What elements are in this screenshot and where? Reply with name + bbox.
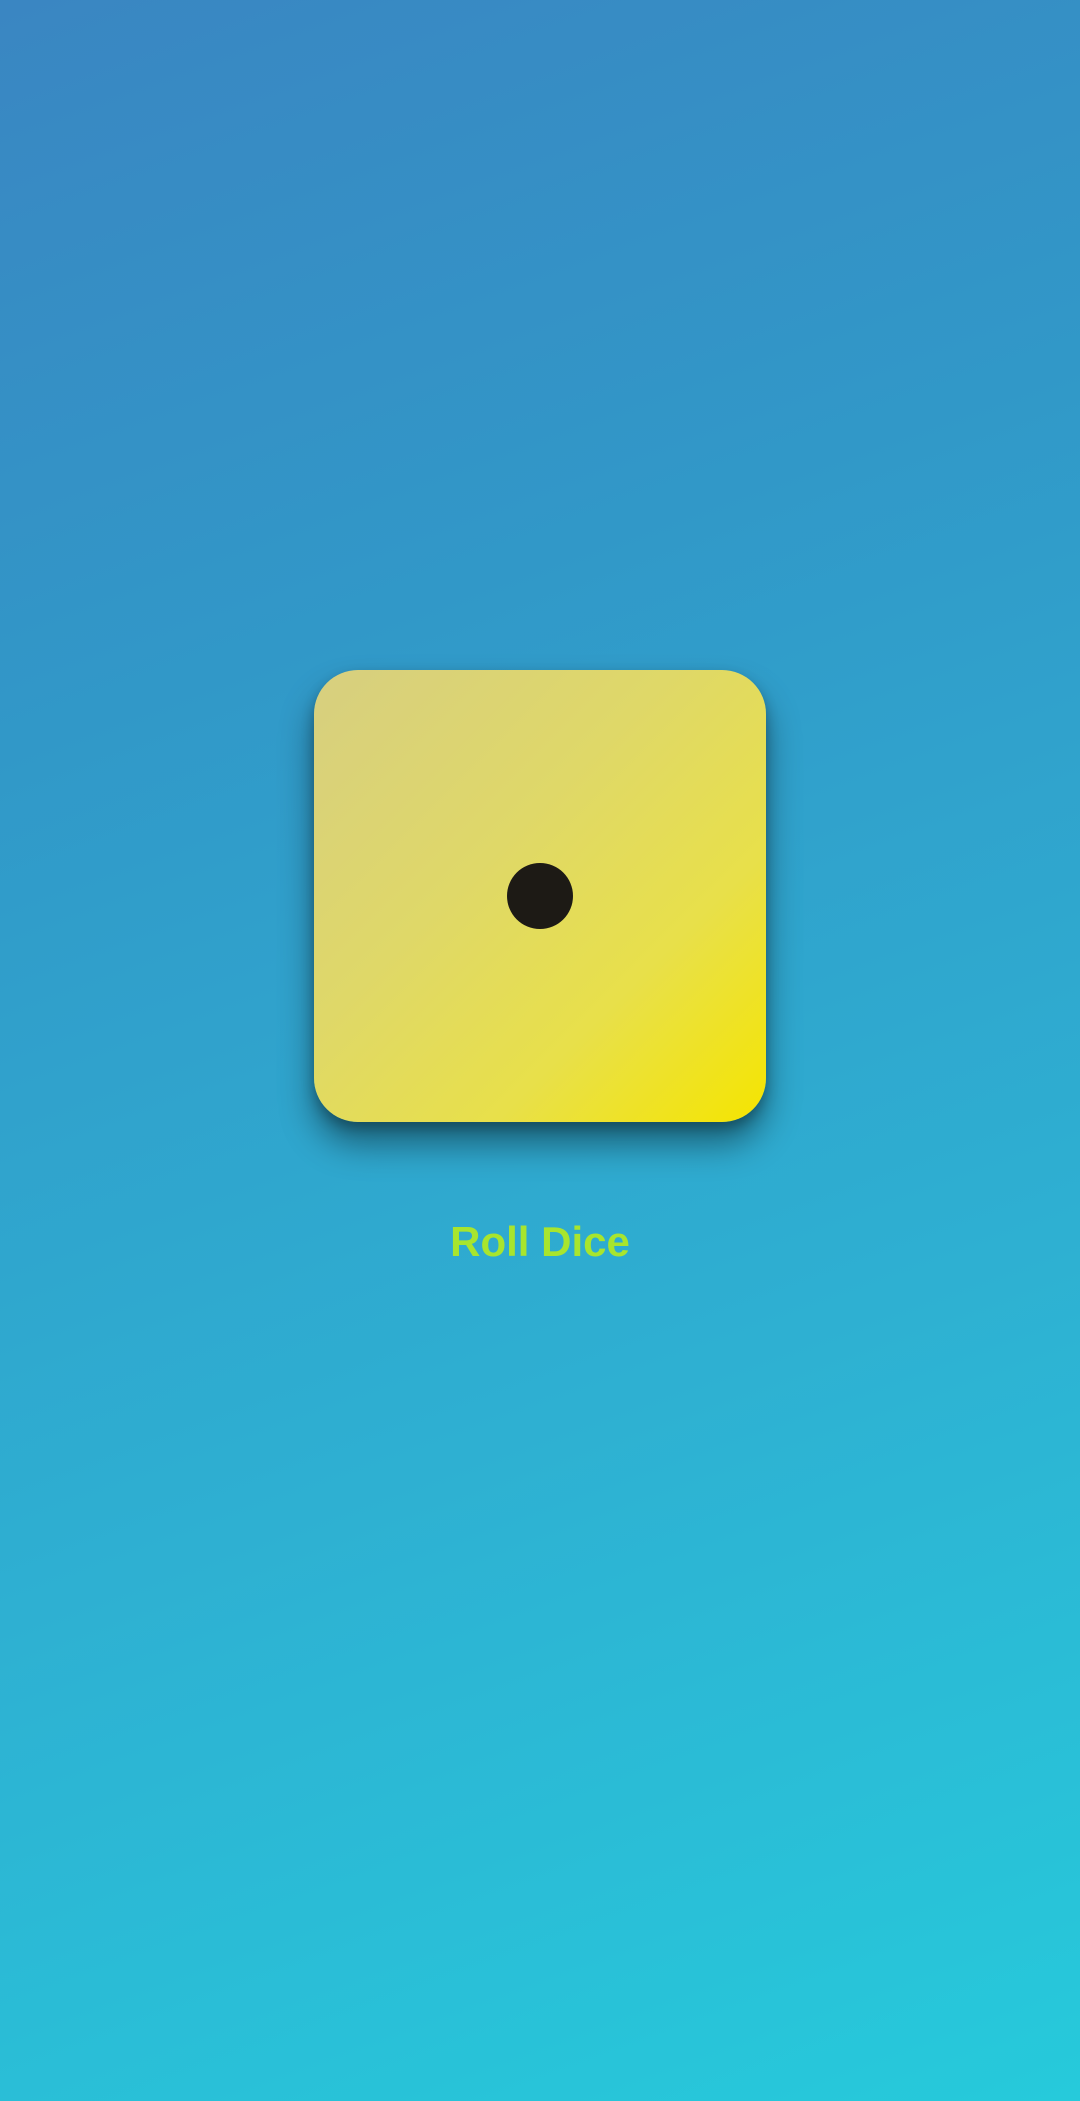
dice-pip [507,863,573,929]
dice-face [314,670,766,1122]
roll-dice-button[interactable]: Roll Dice [390,1200,690,1284]
dice-roller-screen: Roll Dice [0,0,1080,2101]
